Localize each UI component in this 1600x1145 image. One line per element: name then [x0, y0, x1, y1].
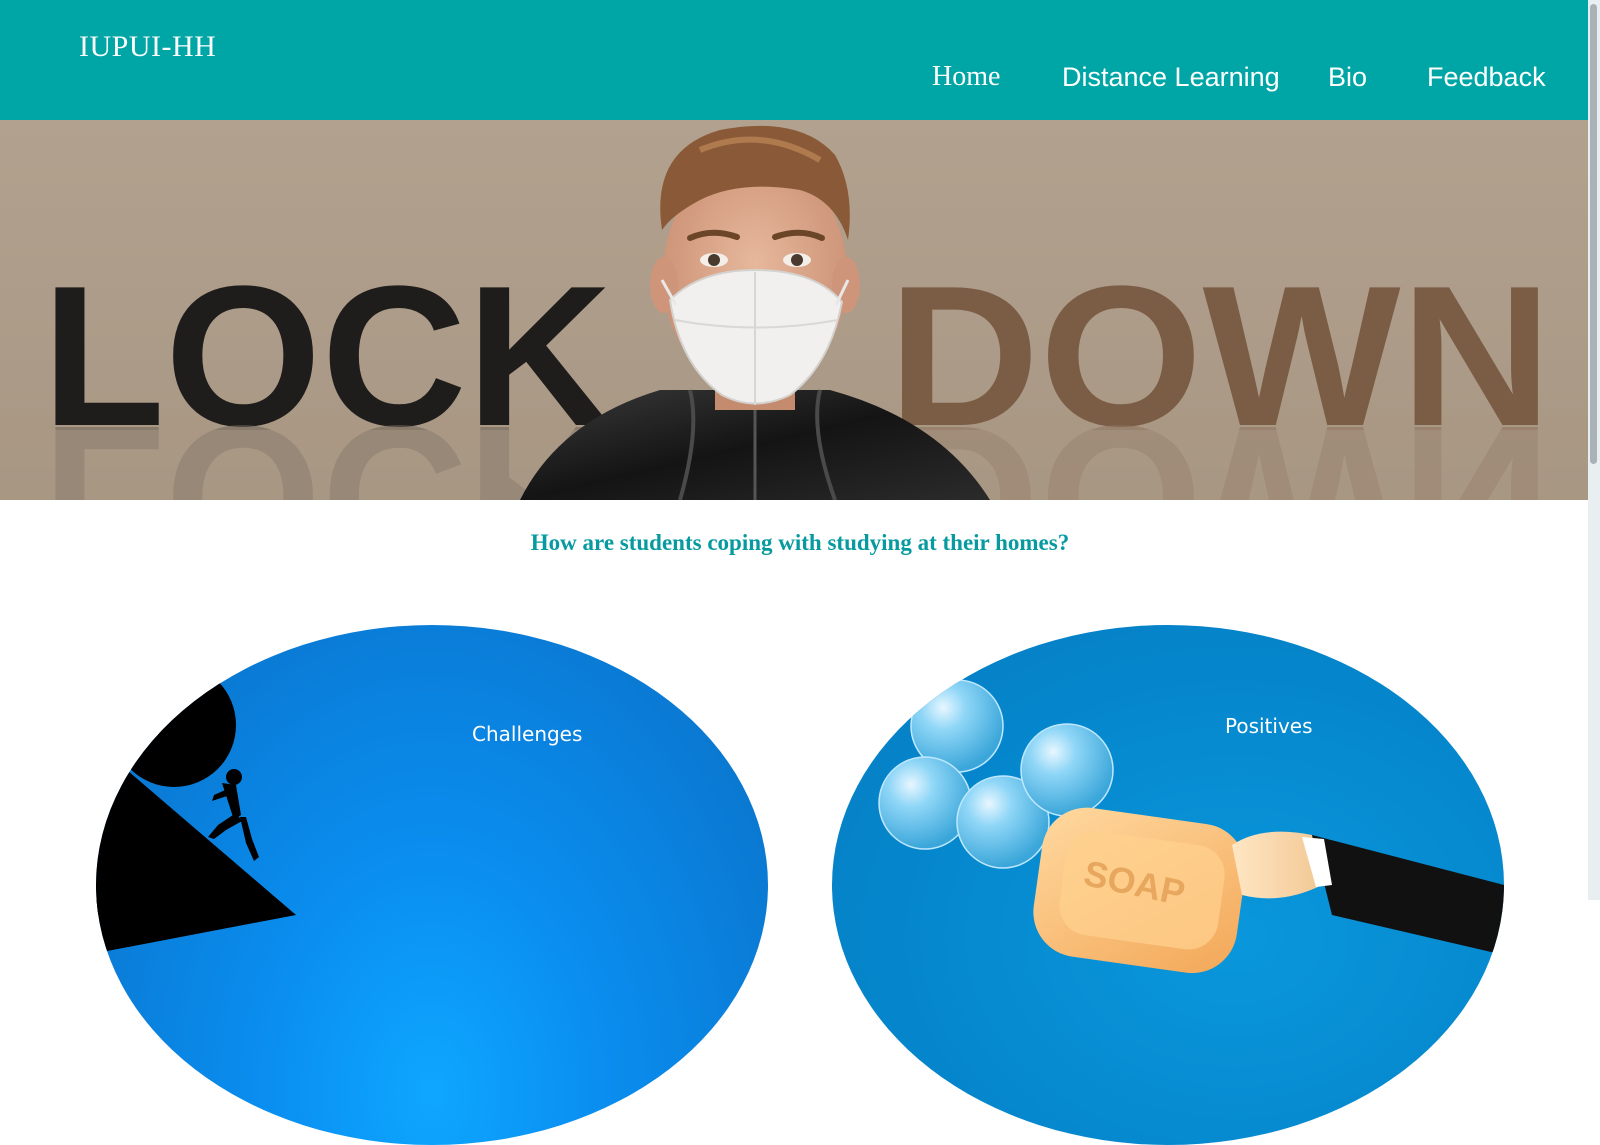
page-scrollbar[interactable]: [1588, 0, 1600, 900]
nav-bio-link[interactable]: Bio: [1328, 62, 1367, 93]
nav-feedback-link[interactable]: Feedback: [1427, 62, 1546, 93]
site-header: IUPUI-HH Home Distance Learning Bio Feed…: [0, 0, 1600, 120]
challenges-card[interactable]: Challenges: [96, 625, 768, 1145]
hero-banner: LOCK DOWN LOCK DOWN: [0, 120, 1600, 500]
positives-label: Positives: [1225, 714, 1313, 738]
soap-bubbles-icon: SOAP: [878, 679, 1504, 974]
soap-icon: SOAP: [1033, 807, 1246, 974]
scrollbar-thumb[interactable]: [1590, 4, 1597, 464]
nav-home-link[interactable]: Home: [932, 61, 1000, 93]
main-nav: Home Distance Learning Bio Feedback: [0, 61, 1600, 102]
intro-question: How are students coping with studying at…: [530, 530, 1070, 555]
nav-distance-learning-link[interactable]: Distance Learning: [1062, 62, 1280, 93]
site-brand-link[interactable]: IUPUI-HH: [79, 30, 216, 64]
challenges-label: Challenges: [472, 722, 583, 746]
lockdown-hero-image: LOCK DOWN LOCK DOWN: [0, 125, 1600, 500]
hand-icon: [1232, 831, 1504, 955]
boulder-pusher-icon: [96, 663, 296, 954]
positives-card[interactable]: SOAP Positives: [832, 625, 1504, 1145]
